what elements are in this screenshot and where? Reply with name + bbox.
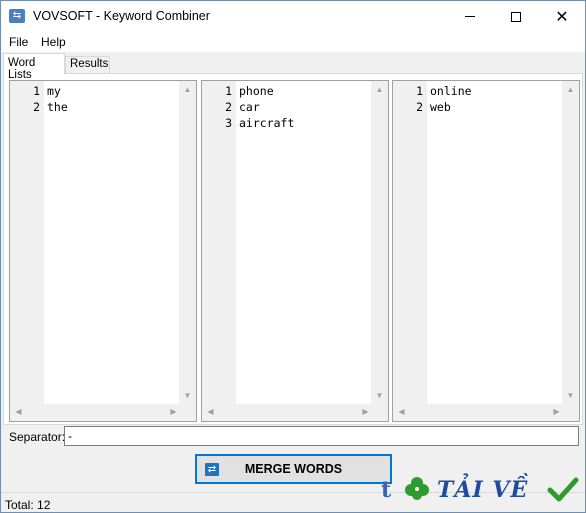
minimize-icon xyxy=(465,16,475,17)
vertical-scrollbar[interactable]: ▲ ▼ xyxy=(371,81,388,405)
vertical-scrollbar[interactable]: ▲ ▼ xyxy=(562,81,579,405)
list-item[interactable]: aircraft xyxy=(239,115,294,131)
line-number: 1 xyxy=(225,84,232,98)
app-window: ⇆ VOVSOFT - Keyword Combiner ✕ File Help… xyxy=(0,0,586,513)
clover-icon xyxy=(405,477,429,500)
scroll-right-icon[interactable]: ▶ xyxy=(357,407,374,417)
word-list-1[interactable]: 1 2 my the ▲ ▼ ◀ ▶ xyxy=(9,80,197,422)
watermark-logo: t TẢI VỀ xyxy=(379,471,586,511)
line-number-gutter: 1 2 xyxy=(10,81,44,405)
watermark-text: TẢI VỀ xyxy=(437,477,529,503)
close-icon: ✕ xyxy=(555,8,569,26)
line-number: 3 xyxy=(225,116,232,130)
status-total: Total: 12 xyxy=(5,498,51,512)
scroll-down-icon[interactable]: ▼ xyxy=(179,391,196,401)
scroll-up-icon[interactable]: ▲ xyxy=(562,85,579,95)
tab-word-lists[interactable]: Word Lists xyxy=(3,53,65,81)
scroll-up-icon[interactable]: ▲ xyxy=(179,85,196,95)
list-item[interactable]: car xyxy=(239,99,260,115)
window-title: VOVSOFT - Keyword Combiner xyxy=(33,9,210,23)
line-number: 2 xyxy=(416,100,423,114)
horizontal-scrollbar[interactable]: ◀ ▶ xyxy=(202,404,388,421)
scroll-down-icon[interactable]: ▼ xyxy=(562,391,579,401)
checkmark-icon xyxy=(547,477,579,502)
list-item[interactable]: online xyxy=(430,83,472,99)
list-item[interactable]: web xyxy=(430,99,451,115)
menu-bar: File Help xyxy=(1,32,585,52)
title-bar[interactable]: ⇆ VOVSOFT - Keyword Combiner ✕ xyxy=(1,1,585,32)
horizontal-scrollbar[interactable]: ◀ ▶ xyxy=(10,404,196,421)
scroll-right-icon[interactable]: ▶ xyxy=(548,407,565,417)
close-button[interactable]: ✕ xyxy=(539,1,585,32)
line-number: 2 xyxy=(33,100,40,114)
list-item[interactable]: my xyxy=(47,83,61,99)
scroll-down-icon[interactable]: ▼ xyxy=(371,391,388,401)
scroll-left-icon[interactable]: ◀ xyxy=(10,407,27,417)
scroll-up-icon[interactable]: ▲ xyxy=(371,85,388,95)
word-list-3[interactable]: 1 2 online web ▲ ▼ ◀ ▶ xyxy=(392,80,580,422)
list-item[interactable]: the xyxy=(47,99,68,115)
scroll-left-icon[interactable]: ◀ xyxy=(393,407,410,417)
horizontal-scrollbar[interactable]: ◀ ▶ xyxy=(393,404,579,421)
merge-words-label: MERGE WORDS xyxy=(244,462,343,476)
maximize-button[interactable] xyxy=(493,1,539,32)
app-icon[interactable]: ⇆ xyxy=(9,9,25,23)
line-number-gutter: 1 2 3 xyxy=(202,81,236,405)
menu-help[interactable]: Help xyxy=(41,35,66,49)
separator-input[interactable] xyxy=(64,426,579,446)
separator-label: Separator: xyxy=(9,430,66,444)
minimize-button[interactable] xyxy=(447,1,493,32)
scroll-right-icon[interactable]: ▶ xyxy=(165,407,182,417)
scroll-left-icon[interactable]: ◀ xyxy=(202,407,219,417)
watermark-prefix: t xyxy=(381,477,392,503)
tab-results[interactable]: Results xyxy=(65,56,110,73)
line-number: 1 xyxy=(416,84,423,98)
word-lists-panel: 1 2 my the ▲ ▼ ◀ ▶ 1 2 3 phone car aircr… xyxy=(3,73,583,425)
shuffle-icon: ⇄ xyxy=(205,463,219,476)
maximize-icon xyxy=(511,11,521,22)
menu-file[interactable]: File xyxy=(9,35,28,49)
list-item[interactable]: phone xyxy=(239,83,274,99)
line-number: 1 xyxy=(33,84,40,98)
word-list-2[interactable]: 1 2 3 phone car aircraft ▲ ▼ ◀ ▶ xyxy=(201,80,389,422)
merge-words-button[interactable]: ⇄ MERGE WORDS xyxy=(195,454,392,484)
line-number: 2 xyxy=(225,100,232,114)
line-number-gutter: 1 2 xyxy=(393,81,427,405)
vertical-scrollbar[interactable]: ▲ ▼ xyxy=(179,81,196,405)
